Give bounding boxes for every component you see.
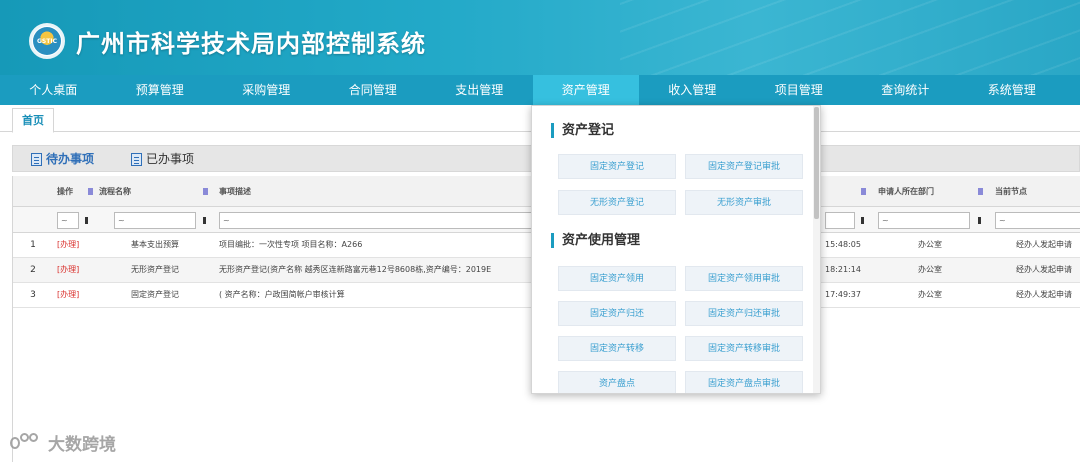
filter-menu-icon[interactable] [203,217,206,224]
filter-applicant-dept[interactable]: ~ [878,212,970,229]
menu-intangible-asset-approval[interactable]: 无形资产审批 [685,190,803,215]
apply-time: 18:21:14 [825,265,861,274]
filter-menu-icon[interactable] [85,217,88,224]
description: ( 资产名称：户政国简帐户审核计算 [219,290,345,299]
handle-link[interactable]: [办理] [57,233,79,257]
pending-tasks-tab[interactable]: 待办事项 [31,146,94,172]
filter-menu-icon[interactable] [978,217,981,224]
watermark-text: 大数跨境 [48,434,116,455]
menu-fixed-asset-registration-approval[interactable]: 固定资产登记审批 [685,154,803,179]
document-check-icon [131,152,142,166]
row-number: 2 [30,265,36,275]
handle-link[interactable]: [办理] [57,283,79,307]
col-operation[interactable]: 操作 [57,176,73,207]
col-description[interactable]: 事项描述 [219,176,251,207]
nav-project[interactable]: 项目管理 [746,75,853,105]
section-asset-usage: 资产使用管理 [551,233,640,248]
menu-fixed-asset-return-approval[interactable]: 固定资产归还审批 [685,301,803,326]
menu-asset-inventory[interactable]: 资产盘点 [558,371,676,393]
nav-contract[interactable]: 合同管理 [320,75,427,105]
menu-fixed-asset-collection[interactable]: 固定资产领用 [558,266,676,291]
menu-fixed-asset-return[interactable]: 固定资产归还 [558,301,676,326]
nav-procurement[interactable]: 采购管理 [213,75,320,105]
nav-asset[interactable]: 资产管理 [532,75,639,105]
current-node: 经办人发起申请 [1016,240,1072,249]
description: 项目编批：一次性专项 项目名称：A266 [219,240,363,249]
col-current-node[interactable]: 当前节点 [995,176,1027,207]
handle-link[interactable]: [办理] [57,258,79,282]
tab-home[interactable]: 首页 [12,108,54,133]
filter-description[interactable]: ~ [219,212,539,229]
apply-time: 15:48:05 [825,240,861,249]
document-icon [31,152,42,166]
nav-personal-desktop[interactable]: 个人桌面 [0,75,107,105]
watermark: 大数跨境 [8,428,116,456]
section-asset-registration: 资产登记 [551,123,614,138]
process-name: 基本支出预算 [131,240,179,249]
main-nav: 个人桌面 预算管理 采购管理 合同管理 支出管理 资产管理 收入管理 项目管理 … [0,75,1080,105]
description: 无形资产登记(资产名称 越秀区连新路富元巷12号8608栋,资产编号：2019E [219,265,492,274]
gstic-logo: GSTIC [29,23,65,59]
asset-management-dropdown: 资产登记 固定资产登记 固定资产登记审批 无形资产登记 无形资产审批 资产使用管… [531,105,821,394]
nav-expense[interactable]: 支出管理 [426,75,533,105]
column-menu-icon[interactable] [88,188,93,195]
column-menu-icon[interactable] [978,188,983,195]
filter-operation[interactable]: ~ [57,212,79,229]
pending-tasks-label: 待办事项 [46,152,95,166]
column-menu-icon[interactable] [861,188,866,195]
column-menu-icon[interactable] [203,188,208,195]
nav-income[interactable]: 收入管理 [639,75,746,105]
menu-intangible-asset-registration[interactable]: 无形资产登记 [558,190,676,215]
app-header: GSTIC 广州市科学技术局内部控制系统 [0,0,1080,75]
system-title: 广州市科学技术局内部控制系统 [76,30,426,58]
col-process-name[interactable]: 流程名称 [99,176,131,207]
applicant-dept: 办公室 [918,290,942,299]
done-tasks-label: 已办事项 [146,152,195,166]
current-node: 经办人发起申请 [1016,290,1072,299]
nav-budget[interactable]: 预算管理 [107,75,214,105]
process-name: 无形资产登记 [131,265,179,274]
watermark-logo-icon [8,431,46,453]
menu-fixed-asset-registration[interactable]: 固定资产登记 [558,154,676,179]
dropdown-scrollbar[interactable] [813,106,820,393]
nav-query-stats[interactable]: 查询统计 [852,75,959,105]
filter-menu-icon[interactable] [861,217,864,224]
done-tasks-tab[interactable]: 已办事项 [131,146,194,172]
menu-fixed-asset-transfer-approval[interactable]: 固定资产转移审批 [685,336,803,361]
applicant-dept: 办公室 [918,265,942,274]
applicant-dept: 办公室 [918,240,942,249]
menu-fixed-asset-collection-approval[interactable]: 固定资产领用审批 [685,266,803,291]
row-number: 3 [30,290,36,300]
process-name: 固定资产登记 [131,290,179,299]
nav-system[interactable]: 系统管理 [959,75,1066,105]
filter-current-node[interactable]: ~ [995,212,1080,229]
filter-time[interactable] [825,212,855,229]
current-node: 经办人发起申请 [1016,265,1072,274]
menu-fixed-asset-inventory-approval[interactable]: 固定资产盘点审批 [685,371,803,393]
logo-text: GSTIC [33,27,61,55]
row-number: 1 [30,240,36,250]
col-applicant-dept[interactable]: 申请人所在部门 [878,176,934,207]
scrollbar-thumb[interactable] [814,107,819,219]
menu-fixed-asset-transfer[interactable]: 固定资产转移 [558,336,676,361]
apply-time: 17:49:37 [825,290,861,299]
filter-process-name[interactable]: ~ [114,212,196,229]
